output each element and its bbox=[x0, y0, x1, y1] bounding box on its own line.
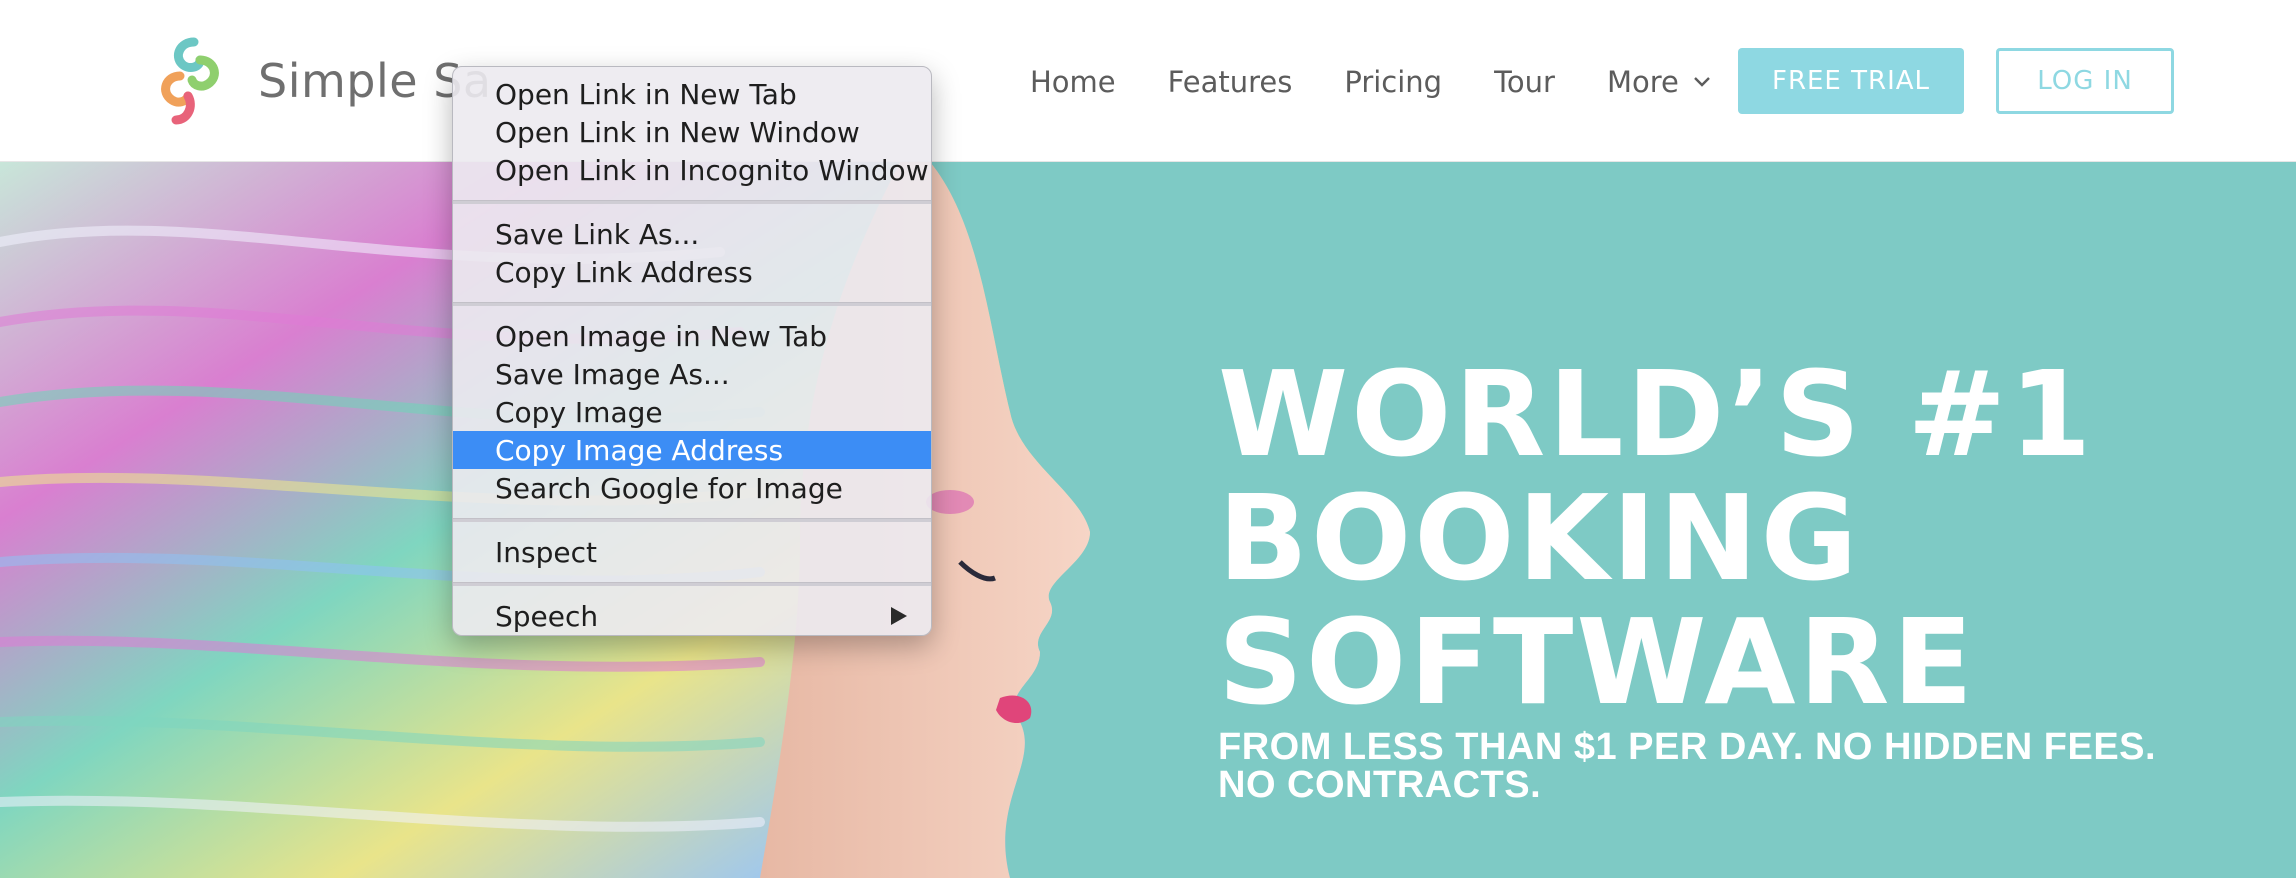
nav-more-label: More bbox=[1606, 65, 1679, 99]
hero-title-line: BOOKING bbox=[1218, 469, 1861, 607]
menu-copy-image-address[interactable]: Copy Image Address bbox=[453, 431, 931, 469]
menu-open-link-new-window[interactable]: Open Link in New Window bbox=[453, 113, 931, 151]
main-nav: Home Features Pricing Tour More bbox=[1030, 56, 1711, 108]
menu-speech[interactable]: Speech bbox=[453, 597, 931, 635]
menu-separator bbox=[453, 582, 931, 586]
hero-subtitle-line: NO CONTRACTS. bbox=[1218, 764, 1542, 806]
brand-logo-icon bbox=[161, 37, 219, 125]
nav-pricing[interactable]: Pricing bbox=[1344, 65, 1442, 99]
submenu-arrow-icon bbox=[891, 607, 907, 625]
hero-title: WORLD’S #1 BOOKING SOFTWARE bbox=[1218, 352, 2218, 724]
menu-separator bbox=[453, 518, 931, 522]
menu-save-image-as[interactable]: Save Image As... bbox=[453, 355, 931, 393]
login-button[interactable]: LOG IN bbox=[1996, 48, 2174, 114]
menu-search-google-image[interactable]: Search Google for Image bbox=[453, 469, 931, 507]
site-header: Simple Sa Home Features Pricing Tour Mor… bbox=[0, 0, 2296, 162]
menu-open-image-new-tab[interactable]: Open Image in New Tab bbox=[453, 317, 931, 355]
brand[interactable]: Simple Sa bbox=[154, 36, 492, 126]
hero-subtitle-line: FROM LESS THAN $1 PER DAY. NO HIDDEN FEE… bbox=[1218, 726, 2157, 768]
hero-section: WORLD’S #1 BOOKING SOFTWARE FROM LESS TH… bbox=[0, 162, 2296, 878]
nav-features[interactable]: Features bbox=[1168, 65, 1293, 99]
nav-more[interactable]: More bbox=[1607, 65, 1711, 99]
hero-title-line: WORLD’S #1 bbox=[1218, 345, 2095, 483]
menu-open-link-new-tab[interactable]: Open Link in New Tab bbox=[453, 75, 931, 113]
chevron-down-icon bbox=[1693, 77, 1710, 87]
hero-subtitle: FROM LESS THAN $1 PER DAY. NO HIDDEN FEE… bbox=[1218, 728, 2218, 804]
free-trial-button[interactable]: FREE TRIAL bbox=[1738, 48, 1964, 114]
menu-separator bbox=[453, 200, 931, 204]
menu-copy-image[interactable]: Copy Image bbox=[453, 393, 931, 431]
nav-tour[interactable]: Tour bbox=[1494, 65, 1555, 99]
menu-speech-label: Speech bbox=[495, 599, 599, 633]
menu-save-link-as[interactable]: Save Link As... bbox=[453, 215, 931, 253]
context-menu: Open Link in New Tab Open Link in New Wi… bbox=[452, 66, 932, 636]
menu-inspect[interactable]: Inspect bbox=[453, 533, 931, 571]
hero-title-line: SOFTWARE bbox=[1218, 593, 1977, 731]
menu-separator bbox=[453, 302, 931, 306]
nav-home[interactable]: Home bbox=[1030, 65, 1116, 99]
menu-copy-link-address[interactable]: Copy Link Address bbox=[453, 253, 931, 291]
menu-open-link-incognito[interactable]: Open Link in Incognito Window bbox=[453, 151, 931, 189]
